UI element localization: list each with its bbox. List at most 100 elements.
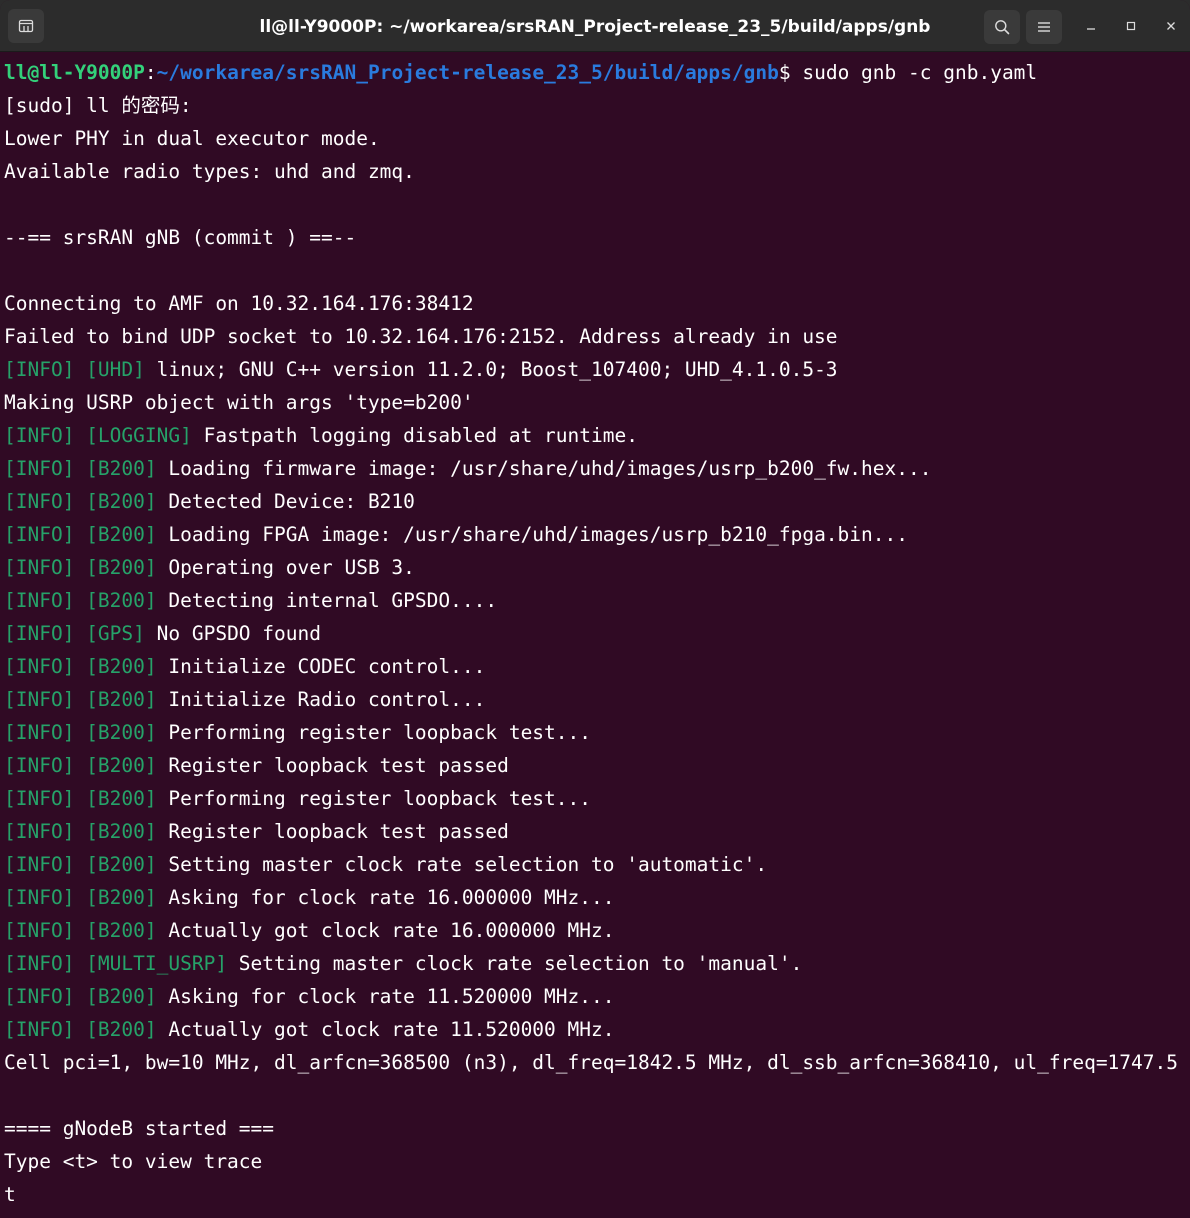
line-text: Setting master clock rate selection to '… xyxy=(227,952,803,975)
log-tag: [INFO] [B200] xyxy=(4,556,157,579)
line-text: Loading FPGA image: /usr/share/uhd/image… xyxy=(156,523,908,546)
log-tag: [INFO] [B200] xyxy=(4,655,157,678)
terminal-line: [INFO] [B200] Operating over USB 3. xyxy=(4,551,1190,584)
terminal-line: Connecting to AMF on 10.32.164.176:38412 xyxy=(4,287,1190,320)
terminal-line: [INFO] [MULTI_USRP] Setting master clock… xyxy=(4,947,1190,980)
terminal-line: [INFO] [B200] Asking for clock rate 16.0… xyxy=(4,881,1190,914)
line-text: Register loopback test passed xyxy=(156,754,509,777)
terminal-line: [INFO] [LOGGING] Fastpath logging disabl… xyxy=(4,419,1190,452)
terminal-output[interactable]: ll@ll-Y9000P:~/workarea/srsRAN_Project-r… xyxy=(0,56,1190,1218)
line-text: Actually got clock rate 16.000000 MHz. xyxy=(156,919,615,942)
log-output: [sudo] ll 的密码: Lower PHY in dual executor… xyxy=(4,89,1190,1211)
line-text: Connecting to AMF on 10.32.164.176:38412 xyxy=(4,292,474,315)
line-text: Setting master clock rate selection to '… xyxy=(156,853,768,876)
window-title: ll@ll-Y9000P: ~/workarea/srsRAN_Project-… xyxy=(259,17,931,37)
search-button[interactable] xyxy=(984,10,1020,44)
terminal-line: [INFO] [B200] Actually got clock rate 11… xyxy=(4,1013,1190,1046)
log-tag: [INFO] [B200] xyxy=(4,523,157,546)
log-tag: [INFO] [B200] xyxy=(4,886,157,909)
line-text: Initialize Radio control... xyxy=(156,688,486,711)
line-text: Performing register loopback test... xyxy=(156,721,592,744)
log-tag: [INFO] [UHD] xyxy=(4,358,145,381)
minimize-icon xyxy=(1087,28,1095,30)
line-text: Making USRP object with args 'type=b200' xyxy=(4,391,474,414)
close-icon xyxy=(1167,22,1175,30)
minimize-button[interactable] xyxy=(1078,13,1104,39)
prompt-user: ll@ll-Y9000P xyxy=(4,61,145,84)
prompt-path: ~/workarea/srsRAN_Project-release_23_5/b… xyxy=(156,61,779,84)
search-icon xyxy=(995,20,1010,35)
line-text: Actually got clock rate 11.520000 MHz. xyxy=(156,1018,615,1041)
prompt-line: ll@ll-Y9000P:~/workarea/srsRAN_Project-r… xyxy=(4,56,1190,89)
log-tag: [INFO] [MULTI_USRP] xyxy=(4,952,228,975)
line-text: Type <t> to view trace xyxy=(4,1150,263,1173)
line-text: Initialize CODEC control... xyxy=(156,655,486,678)
line-text: [sudo] ll 的密码: xyxy=(4,94,192,117)
menu-button[interactable] xyxy=(1026,10,1062,44)
terminal-line: [INFO] [B200] Register loopback test pas… xyxy=(4,749,1190,782)
line-text: Fastpath logging disabled at runtime. xyxy=(191,424,638,447)
log-tag: [INFO] [B200] xyxy=(4,853,157,876)
terminal-line: Available radio types: uhd and zmq. xyxy=(4,155,1190,188)
terminal-line: [INFO] [B200] Actually got clock rate 16… xyxy=(4,914,1190,947)
log-tag: [INFO] [LOGGING] xyxy=(4,424,192,447)
new-tab-button[interactable] xyxy=(8,9,44,43)
title-bar: ll@ll-Y9000P: ~/workarea/srsRAN_Project-… xyxy=(0,0,1190,52)
line-text: Loading firmware image: /usr/share/uhd/i… xyxy=(156,457,932,480)
line-text: Detected Device: B210 xyxy=(156,490,415,513)
prompt-command: sudo gnb -c gnb.yaml xyxy=(802,61,1038,84)
terminal-line: [INFO] [B200] Detected Device: B210 xyxy=(4,485,1190,518)
log-tag: [INFO] [B200] xyxy=(4,721,157,744)
line-text: --== srsRAN gNB (commit ) ==-- xyxy=(4,226,357,249)
log-tag: [INFO] [B200] xyxy=(4,754,157,777)
terminal-line: [INFO] [B200] Detecting internal GPSDO..… xyxy=(4,584,1190,617)
line-text: ==== gNodeB started === xyxy=(4,1117,275,1140)
line-text: Performing register loopback test... xyxy=(156,787,592,810)
terminal-window: ll@ll-Y9000P: ~/workarea/srsRAN_Project-… xyxy=(0,0,1190,1218)
log-tag: [INFO] [B200] xyxy=(4,688,157,711)
terminal-line: [INFO] [B200] Performing register loopba… xyxy=(4,782,1190,815)
log-tag: [INFO] [B200] xyxy=(4,457,157,480)
line-text: Cell pci=1, bw=10 MHz, dl_arfcn=368500 (… xyxy=(4,1051,1190,1074)
terminal-line: [INFO] [B200] Asking for clock rate 11.5… xyxy=(4,980,1190,1013)
maximize-icon xyxy=(1126,21,1136,31)
terminal-line: Cell pci=1, bw=10 MHz, dl_arfcn=368500 (… xyxy=(4,1046,1190,1079)
line-text: Detecting internal GPSDO.... xyxy=(156,589,498,612)
terminal-line: Type <t> to view trace xyxy=(4,1145,1190,1178)
terminal-line: --== srsRAN gNB (commit ) ==-- xyxy=(4,221,1190,254)
log-tag: [INFO] [B200] xyxy=(4,820,157,843)
log-tag: [INFO] [B200] xyxy=(4,1018,157,1041)
terminal-line: [INFO] [B200] Loading FPGA image: /usr/s… xyxy=(4,518,1190,551)
line-text: Asking for clock rate 16.000000 MHz... xyxy=(156,886,615,909)
line-text: Failed to bind UDP socket to 10.32.164.1… xyxy=(4,325,838,348)
close-button[interactable] xyxy=(1158,13,1184,39)
terminal-line: [INFO] [B200] Register loopback test pas… xyxy=(4,815,1190,848)
line-text: t xyxy=(4,1183,16,1206)
log-tag: [INFO] [B200] xyxy=(4,919,157,942)
line-text: Operating over USB 3. xyxy=(156,556,415,579)
terminal-line: [INFO] [B200] Initialize CODEC control..… xyxy=(4,650,1190,683)
terminal-line: ==== gNodeB started === xyxy=(4,1112,1190,1145)
new-tab-icon xyxy=(18,19,34,33)
line-text: Available radio types: uhd and zmq. xyxy=(4,160,415,183)
line-text: Asking for clock rate 11.520000 MHz... xyxy=(156,985,615,1008)
terminal-line: [INFO] [B200] Initialize Radio control..… xyxy=(4,683,1190,716)
log-tag: [INFO] [B200] xyxy=(4,787,157,810)
maximize-button[interactable] xyxy=(1118,13,1144,39)
terminal-line: Lower PHY in dual executor mode. xyxy=(4,122,1190,155)
log-tag: [INFO] [B200] xyxy=(4,490,157,513)
log-tag: [INFO] [GPS] xyxy=(4,622,145,645)
line-text: No GPSDO found xyxy=(144,622,321,645)
terminal-line: Failed to bind UDP socket to 10.32.164.1… xyxy=(4,320,1190,353)
terminal-line: [INFO] [B200] Performing register loopba… xyxy=(4,716,1190,749)
terminal-line: [sudo] ll 的密码: xyxy=(4,89,1190,122)
prompt-symbol: $ xyxy=(778,61,803,84)
terminal-line: Making USRP object with args 'type=b200' xyxy=(4,386,1190,419)
terminal-line: t xyxy=(4,1178,1190,1211)
terminal-line: [INFO] [GPS] No GPSDO found xyxy=(4,617,1190,650)
log-tag: [INFO] [B200] xyxy=(4,589,157,612)
line-text: Register loopback test passed xyxy=(156,820,509,843)
line-text: linux; GNU C++ version 11.2.0; Boost_107… xyxy=(144,358,838,381)
